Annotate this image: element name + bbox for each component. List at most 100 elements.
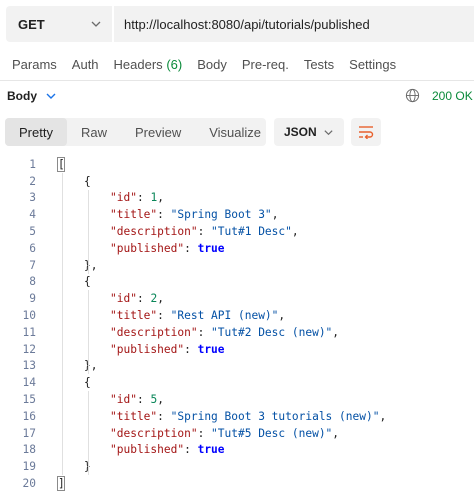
tab-settings[interactable]: Settings xyxy=(349,57,396,72)
code-line: 20] xyxy=(0,475,474,492)
code-text: { xyxy=(84,175,91,188)
line-number: 1 xyxy=(29,157,36,171)
wrap-lines-button[interactable] xyxy=(351,118,381,146)
tab-headers-label: Headers xyxy=(113,57,163,72)
code-text: { xyxy=(84,376,91,389)
code-text: "title": "Rest API (new)", xyxy=(110,309,285,322)
code-token: : xyxy=(197,225,212,239)
code-token: : xyxy=(184,342,198,356)
code-line: 17 "description": "Tut#5 Desc (new)", xyxy=(0,425,474,442)
globe-icon[interactable] xyxy=(405,88,420,103)
code-line: 3 "id": 1, xyxy=(0,190,474,207)
indent-guide xyxy=(88,189,89,274)
code-token: "id" xyxy=(110,191,137,205)
chevron-down-icon xyxy=(91,21,101,27)
line-number: 12 xyxy=(22,342,36,356)
line-number: 4 xyxy=(29,208,36,222)
wrap-lines-icon xyxy=(359,126,374,139)
code-text: "id": 5, xyxy=(110,393,164,406)
line-number: 9 xyxy=(29,292,36,306)
tab-pretty[interactable]: Pretty xyxy=(5,118,67,146)
code-token: true xyxy=(197,443,225,457)
line-number: 6 xyxy=(29,241,36,255)
code-token: "Rest API (new)" xyxy=(170,309,279,323)
code-token: , xyxy=(278,309,286,323)
code-line: 7}, xyxy=(0,257,474,274)
tab-body[interactable]: Body xyxy=(197,57,227,72)
tab-raw[interactable]: Raw xyxy=(67,118,121,146)
chevron-down-icon xyxy=(324,130,333,136)
tab-visualize[interactable]: Visualize xyxy=(195,118,275,146)
code-text: "id": 2, xyxy=(110,292,164,305)
code-token: "published" xyxy=(110,241,185,255)
code-token: }, xyxy=(84,258,98,272)
code-token: { xyxy=(84,174,91,188)
code-token: : xyxy=(157,309,171,323)
line-number: 17 xyxy=(22,426,36,440)
response-section-label: Body xyxy=(7,89,37,103)
code-text: "description": "Tut#5 Desc (new)", xyxy=(110,427,339,440)
tab-tests[interactable]: Tests xyxy=(304,57,334,72)
indent-guide xyxy=(62,172,63,476)
code-token: , xyxy=(332,426,340,440)
code-token: "Tut#5 Desc (new)" xyxy=(211,426,333,440)
code-token: , xyxy=(271,208,279,222)
line-number: 2 xyxy=(29,174,36,188)
chevron-down-icon xyxy=(46,93,56,99)
tab-params[interactable]: Params xyxy=(12,57,57,72)
line-number: 18 xyxy=(22,443,36,457)
request-bar: GET http://localhost:8080/api/tutorials/… xyxy=(6,6,474,42)
line-number: 3 xyxy=(29,191,36,205)
line-number: 20 xyxy=(22,477,36,491)
code-token: "description" xyxy=(110,325,198,339)
tab-headers[interactable]: Headers (6) xyxy=(114,57,183,72)
code-line: 4 "title": "Spring Boot 3", xyxy=(0,206,474,223)
response-section-select[interactable]: Body xyxy=(7,89,57,103)
code-text: }, xyxy=(84,359,97,372)
code-line: 1[ xyxy=(0,156,474,173)
code-line: 14 { xyxy=(0,374,474,391)
line-number: 19 xyxy=(22,460,36,474)
code-token: true xyxy=(197,241,225,255)
code-text: "published": true xyxy=(110,242,225,255)
line-number: 11 xyxy=(22,325,36,339)
code-token: "title" xyxy=(110,409,158,423)
code-token: : xyxy=(157,409,171,423)
status-badge[interactable]: 200 OK xyxy=(432,89,473,103)
code-line: 6 "published": true xyxy=(0,240,474,257)
code-line: 13}, xyxy=(0,358,474,375)
response-header: Body 200 OK xyxy=(0,84,474,108)
code-text: "id": 1, xyxy=(110,191,164,204)
code-line: 12 "published": true xyxy=(0,341,474,358)
code-line: 11 "description": "Tut#2 Desc (new)", xyxy=(0,324,474,341)
format-select[interactable]: JSON xyxy=(274,118,344,146)
code-token: : xyxy=(136,191,151,205)
line-number: 15 xyxy=(22,393,36,407)
tab-pre-request[interactable]: Pre-req. xyxy=(242,57,289,72)
response-body-code[interactable]: 1[2{3 "id": 1, 4 "title": "Spring Boot 3", 5… xyxy=(0,156,474,496)
code-token: : xyxy=(136,393,151,407)
divider xyxy=(0,80,474,81)
code-text: "description": "Tut#2 Desc (new)", xyxy=(110,326,339,339)
line-number: 13 xyxy=(22,359,36,373)
code-line: 9 "id": 2, xyxy=(0,290,474,307)
code-token: : xyxy=(157,208,171,222)
tab-auth[interactable]: Auth xyxy=(72,57,99,72)
code-text: "title": "Spring Boot 3", xyxy=(110,208,278,221)
indent-guide xyxy=(88,290,89,375)
code-token: , xyxy=(291,225,299,239)
code-token: "title" xyxy=(110,208,158,222)
bracket-match-highlight xyxy=(57,476,65,492)
code-token: : xyxy=(184,443,198,457)
code-token: { xyxy=(84,376,91,390)
code-line: 19} xyxy=(0,458,474,475)
method-select[interactable]: GET xyxy=(6,6,112,42)
code-text: "title": "Spring Boot 3 tutorials (new)"… xyxy=(110,410,386,423)
request-tabs: Params Auth Headers (6) Body Pre-req. Te… xyxy=(12,57,411,72)
url-input[interactable]: http://localhost:8080/api/tutorials/publ… xyxy=(114,6,474,42)
line-number: 8 xyxy=(29,275,36,289)
tab-preview[interactable]: Preview xyxy=(121,118,195,146)
line-number: 16 xyxy=(22,409,36,423)
code-token: "description" xyxy=(110,225,198,239)
format-label: JSON xyxy=(284,125,317,139)
